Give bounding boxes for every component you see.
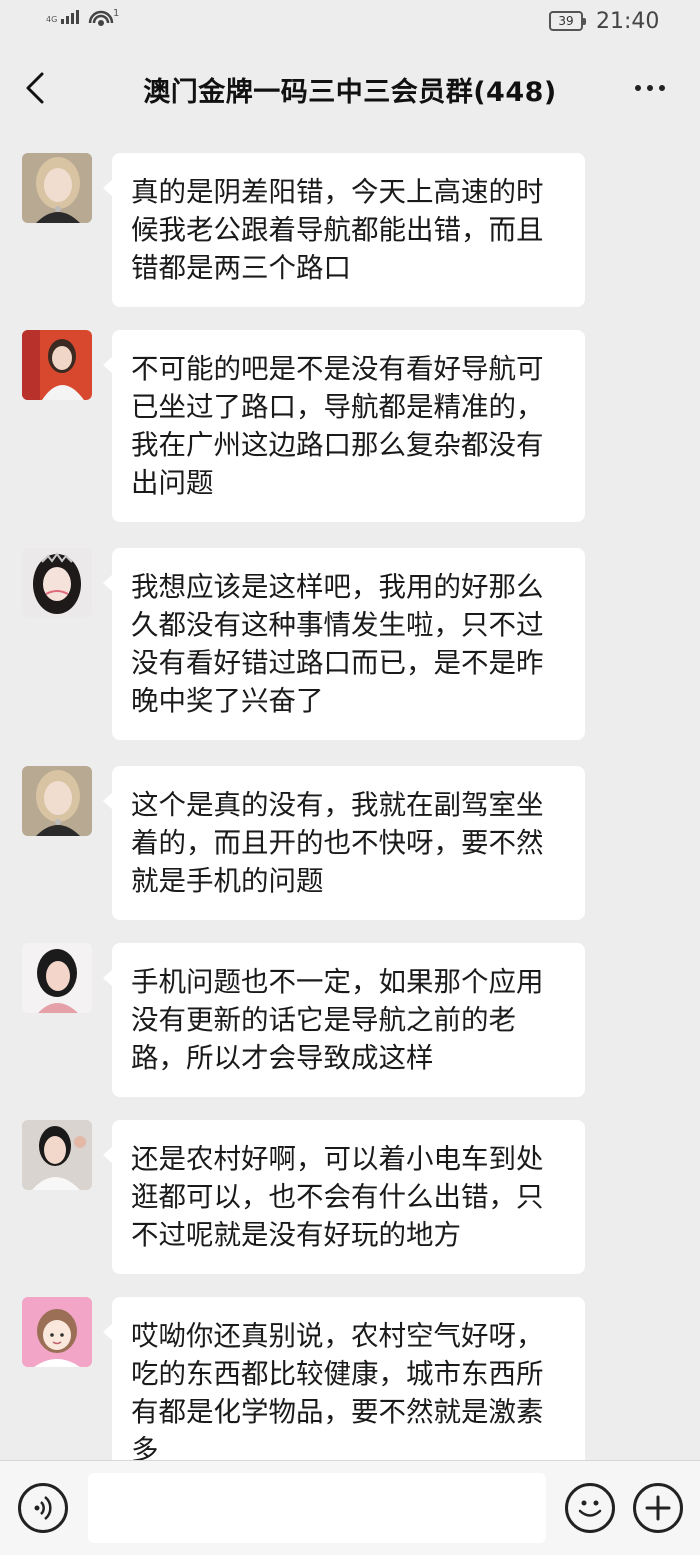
avatar-photo-woman-icon	[22, 153, 92, 223]
smiley-face-icon	[578, 1500, 602, 1517]
avatar[interactable]	[22, 1297, 92, 1367]
status-time: 21:40	[596, 9, 660, 34]
message-bubble[interactable]: 不可能的吧是不是没有看好导航可已坐过了路口，导航都是精准的，我在广州这边路口那么…	[103, 330, 585, 522]
more-dots-icon	[635, 85, 641, 91]
message-list[interactable]: 真的是阴差阳错，今天上高速的时候我老公跟着导航都能出错，而且错都是两三个路口 不…	[0, 130, 700, 1460]
chat-header: 澳门金牌一码三中三会员群(448)	[0, 46, 700, 130]
more-functions-button[interactable]	[633, 1483, 683, 1533]
avatar[interactable]	[22, 548, 92, 618]
avatar-photo-woman-icon	[22, 766, 92, 836]
emoji-button[interactable]	[565, 1483, 615, 1533]
voice-input-button[interactable]	[18, 1483, 68, 1533]
message-bubble[interactable]: 还是农村好啊，可以着小电车到处逛都可以，也不会有什么出错，只不过呢就是没有好玩的…	[103, 1120, 585, 1274]
battery-icon: 39	[549, 11, 586, 31]
avatar-photo-woman-icon	[22, 330, 92, 400]
cellular-signal-icon: 4G	[46, 10, 80, 24]
avatar-photo-woman-icon	[22, 1120, 92, 1190]
wifi-icon	[88, 10, 114, 26]
message-bubble[interactable]: 手机问题也不一定，如果那个应用没有更新的话它是导航之前的老路，所以才会导致成这样	[103, 943, 585, 1097]
message-text-input[interactable]	[88, 1473, 546, 1543]
avatar[interactable]	[22, 1120, 92, 1190]
wifi-badge: 1	[113, 8, 120, 19]
message-bubble[interactable]: 这个是真的没有，我就在副驾室坐着的，而且开的也不快呀，要不然就是手机的问题	[103, 766, 585, 920]
message-bubble[interactable]: 我想应该是这样吧，我用的好那么久都没有这种事情发生啦，只不过没有看好错过路口而已…	[103, 548, 585, 740]
chevron-left-icon	[26, 72, 44, 104]
more-options-button[interactable]	[628, 72, 672, 104]
avatar-photo-woman-icon	[22, 548, 92, 618]
status-bar: 4G 1 39 21:40	[0, 0, 700, 46]
plus-icon	[645, 1495, 671, 1521]
avatar-cartoon-girl-icon	[22, 1297, 92, 1367]
avatar[interactable]	[22, 153, 92, 223]
message-bubble[interactable]: 真的是阴差阳错，今天上高速的时候我老公跟着导航都能出错，而且错都是两三个路口	[103, 153, 585, 307]
message-bubble[interactable]: 哎呦你还真别说，农村空气好呀，吃的东西都比较健康，城市东西所有都是化学物品，要不…	[103, 1297, 585, 1460]
chat-title: 澳门金牌一码三中三会员群(448)	[143, 77, 557, 108]
network-type-label: 4G	[46, 15, 58, 24]
voice-icon	[34, 1496, 52, 1520]
avatar[interactable]	[22, 766, 92, 836]
back-button[interactable]	[18, 66, 58, 110]
avatar[interactable]	[22, 943, 92, 1013]
avatar-photo-woman-icon	[22, 943, 92, 1013]
chat-input-bar	[0, 1460, 700, 1555]
avatar[interactable]	[22, 330, 92, 400]
